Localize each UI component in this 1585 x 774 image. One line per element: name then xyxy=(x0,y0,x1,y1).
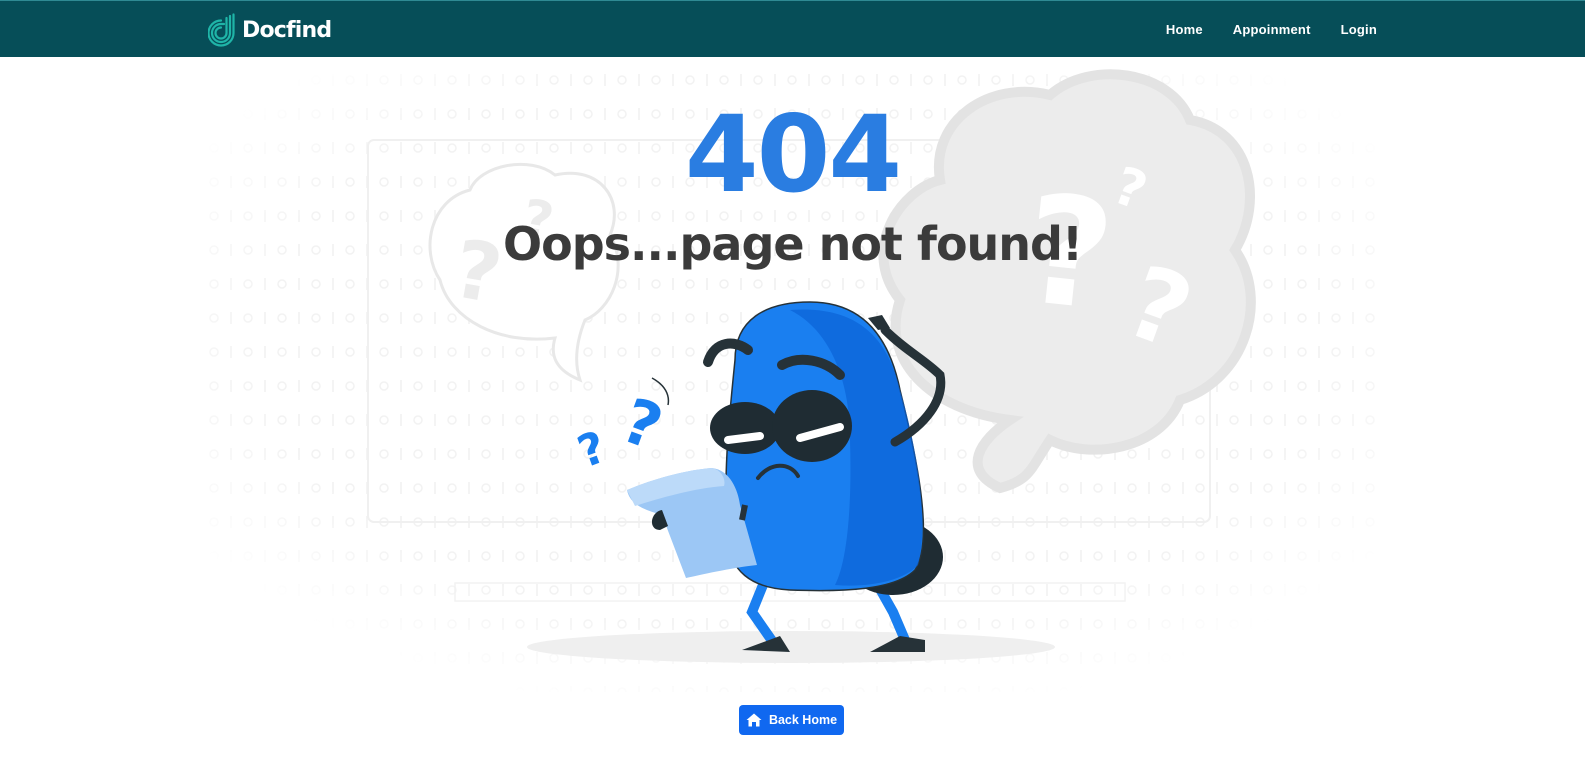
brand-name: Docfind xyxy=(242,17,332,43)
docfind-logo-icon xyxy=(208,13,235,47)
error-message: Oops...page not found! xyxy=(503,217,1083,271)
nav-appointment[interactable]: Appoinment xyxy=(1233,22,1311,37)
brand-logo[interactable]: Docfind xyxy=(208,13,332,47)
nav-home[interactable]: Home xyxy=(1166,22,1203,37)
home-icon xyxy=(746,713,762,727)
back-home-label: Back Home xyxy=(768,713,838,727)
navbar: Docfind Home Appoinment Login xyxy=(0,0,1585,57)
ground-shadow xyxy=(527,631,1055,663)
nav-login[interactable]: Login xyxy=(1341,22,1377,37)
error-code: 404 xyxy=(684,93,902,216)
nav-links: Home Appoinment Login xyxy=(1166,1,1377,58)
back-home-button[interactable]: Back Home xyxy=(739,705,844,735)
